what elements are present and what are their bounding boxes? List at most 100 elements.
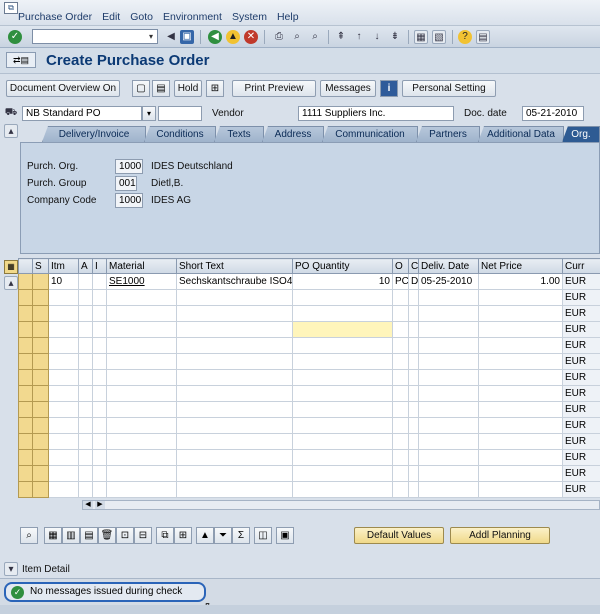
cell-s[interactable] xyxy=(32,337,49,354)
cell-o[interactable] xyxy=(392,449,409,466)
cell-material[interactable] xyxy=(106,401,177,418)
cell-deliv-date[interactable] xyxy=(418,401,479,418)
cell-material[interactable] xyxy=(106,433,177,450)
row-selector[interactable] xyxy=(18,481,33,498)
cell-deliv-date[interactable] xyxy=(418,305,479,322)
customize-layout-icon[interactable]: ▤ xyxy=(476,30,490,44)
cell-a[interactable] xyxy=(78,417,93,434)
cell-i[interactable] xyxy=(92,385,107,402)
cell-material[interactable] xyxy=(106,369,177,386)
cell-c[interactable] xyxy=(408,449,419,466)
row-selector[interactable] xyxy=(18,353,33,370)
document-overview-button[interactable]: Document Overview On xyxy=(6,80,120,97)
menu-environment[interactable]: Environment xyxy=(163,11,222,23)
cell-a[interactable] xyxy=(78,369,93,386)
cell-a[interactable] xyxy=(78,321,93,338)
menu-goto[interactable]: Goto xyxy=(130,11,153,23)
cell-c[interactable] xyxy=(408,385,419,402)
unlock-icon[interactable]: ⊟ xyxy=(134,527,152,544)
tab-partners[interactable]: Partners xyxy=(416,126,480,142)
cell-itm[interactable]: 10 xyxy=(48,273,79,290)
cell-a[interactable] xyxy=(78,289,93,306)
previous-page-icon[interactable]: ↑ xyxy=(352,30,366,44)
cell-po-quantity[interactable] xyxy=(292,305,393,322)
table-settings-icon[interactable]: ▦ xyxy=(4,260,18,274)
save-icon[interactable]: ▣ xyxy=(180,30,194,44)
status-message[interactable]: ✓ No messages issued during check xyxy=(4,582,206,602)
row-selector[interactable] xyxy=(18,433,33,450)
cell-s[interactable] xyxy=(32,273,49,290)
cell-c[interactable] xyxy=(408,353,419,370)
cell-itm[interactable] xyxy=(48,449,79,466)
cell-i[interactable] xyxy=(92,465,107,482)
scroll-right-icon[interactable]: ▶ xyxy=(95,501,105,509)
cell-net-price[interactable] xyxy=(478,401,563,418)
row-selector[interactable] xyxy=(18,273,33,290)
cell-c[interactable] xyxy=(408,305,419,322)
default-values-button[interactable]: Default Values xyxy=(354,527,444,544)
cell-deliv-date[interactable] xyxy=(418,417,479,434)
cell-short-text[interactable] xyxy=(176,353,293,370)
cell-s[interactable] xyxy=(32,369,49,386)
cell-material[interactable] xyxy=(106,385,177,402)
messages-button[interactable]: Messages xyxy=(320,80,376,97)
document-type-field[interactable]: NB Standard PO xyxy=(22,106,142,121)
tab-address[interactable]: Address xyxy=(262,126,324,142)
row-selector[interactable] xyxy=(18,385,33,402)
cell-itm[interactable] xyxy=(48,433,79,450)
cell-a[interactable] xyxy=(78,433,93,450)
column-header-material[interactable]: Material xyxy=(106,258,177,274)
system-menu-icon[interactable]: ⧉ xyxy=(4,2,18,14)
cell-deliv-date[interactable] xyxy=(418,289,479,306)
cell-c[interactable] xyxy=(408,369,419,386)
delete-icon[interactable]: 🗑 xyxy=(98,527,116,544)
cell-o[interactable] xyxy=(392,369,409,386)
cell-i[interactable] xyxy=(92,417,107,434)
transaction-icon[interactable]: ⇄▤ xyxy=(6,52,36,68)
cell-i[interactable] xyxy=(92,353,107,370)
cell-c[interactable] xyxy=(408,289,419,306)
cell-short-text[interactable] xyxy=(176,289,293,306)
cell-itm[interactable] xyxy=(48,465,79,482)
cell-s[interactable] xyxy=(32,385,49,402)
row-selector[interactable] xyxy=(18,337,33,354)
purch-group-field[interactable]: 001 xyxy=(115,176,137,191)
cell-itm[interactable] xyxy=(48,481,79,498)
cell-s[interactable] xyxy=(32,449,49,466)
table-row[interactable]: EUR xyxy=(18,305,600,322)
cell-material[interactable] xyxy=(106,337,177,354)
table-row[interactable]: EUR xyxy=(18,449,600,466)
cell-itm[interactable] xyxy=(48,369,79,386)
column-header-a[interactable]: A xyxy=(78,258,93,274)
table-row[interactable]: EUR xyxy=(18,433,600,450)
deselect-all-icon[interactable]: ▥ xyxy=(62,527,80,544)
lock-icon[interactable]: ⊡ xyxy=(116,527,134,544)
cell-o[interactable] xyxy=(392,321,409,338)
cell-i[interactable] xyxy=(92,273,107,290)
menu-system[interactable]: System xyxy=(232,11,267,23)
command-dropdown-icon[interactable]: ▾ xyxy=(146,31,156,42)
scroll-left-icon[interactable]: ◀ xyxy=(83,501,93,509)
cell-net-price[interactable] xyxy=(478,433,563,450)
cell-o[interactable] xyxy=(392,401,409,418)
cell-o[interactable] xyxy=(392,481,409,498)
tab-org-data[interactable]: Org. Data xyxy=(562,126,600,142)
cell-deliv-date[interactable] xyxy=(418,385,479,402)
cell-short-text[interactable] xyxy=(176,369,293,386)
tab-communication[interactable]: Communication xyxy=(322,126,418,142)
cell-short-text[interactable] xyxy=(176,321,293,338)
item-collapse-icon[interactable]: ▴ xyxy=(4,276,18,290)
cell-material[interactable] xyxy=(106,353,177,370)
cell-short-text[interactable] xyxy=(176,401,293,418)
cell-material[interactable] xyxy=(106,465,177,482)
horizontal-scrollbar[interactable]: ◀ ▶ xyxy=(82,500,600,510)
doc-date-field[interactable]: 05-21-2010 xyxy=(522,106,584,121)
cell-short-text[interactable] xyxy=(176,465,293,482)
cell-po-quantity[interactable] xyxy=(292,289,393,306)
cell-net-price[interactable] xyxy=(478,465,563,482)
cell-o[interactable] xyxy=(392,417,409,434)
company-code-field[interactable]: 1000 xyxy=(115,193,143,208)
column-header-po-quantity[interactable]: PO Quantity xyxy=(292,258,393,274)
cell-itm[interactable] xyxy=(48,401,79,418)
cell-i[interactable] xyxy=(92,481,107,498)
